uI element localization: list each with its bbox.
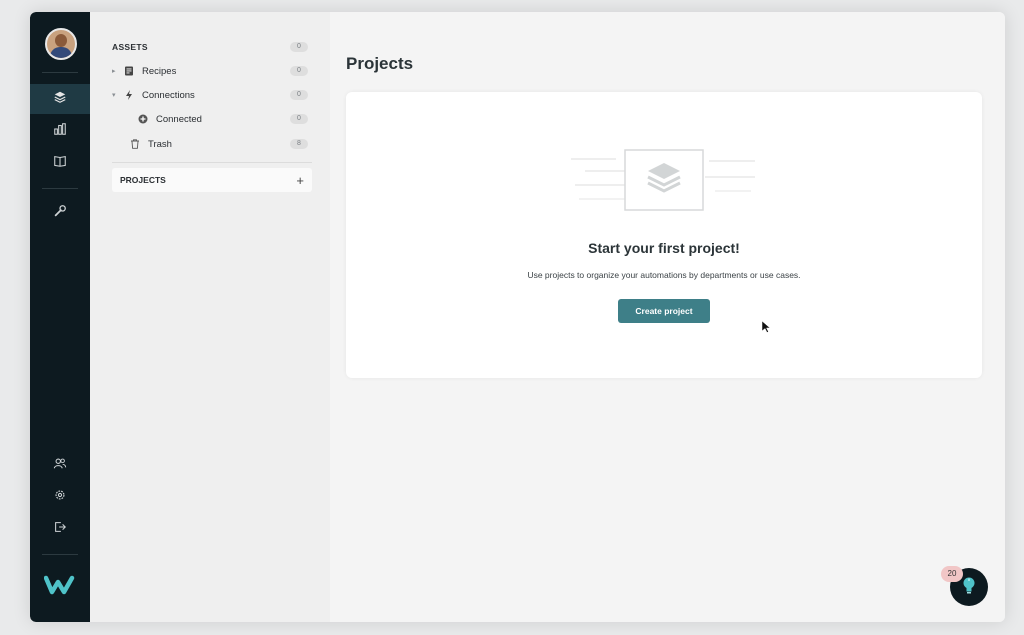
sidebar-item-connections[interactable]: ▾ Connections 0 [112, 85, 308, 105]
app-window: ASSETS 0 ▸ Recipes 0 ▾ Connections 0 Con… [30, 12, 1005, 622]
trash-icon [130, 139, 144, 149]
assets-label: ASSETS [112, 42, 148, 52]
user-avatar[interactable] [45, 28, 77, 60]
count-badge: 8 [290, 139, 308, 149]
bolt-icon [124, 90, 138, 100]
rail-divider [42, 72, 78, 73]
count-badge: 0 [290, 90, 308, 100]
main-content: Projects Start your first project! Use p… [330, 12, 1005, 622]
page-title: Projects [346, 54, 414, 73]
lightbulb-icon [960, 575, 978, 600]
nav-rail [30, 12, 90, 622]
projects-header[interactable]: PROJECTS + [112, 168, 312, 192]
projects-label: PROJECTS [120, 175, 166, 185]
workato-logo[interactable] [43, 574, 76, 596]
logout-icon [53, 520, 67, 539]
sidebar-item-label: Connections [142, 89, 195, 101]
create-project-button[interactable]: Create project [618, 299, 710, 323]
assets-header[interactable]: ASSETS 0 [112, 37, 308, 57]
assets-sidebar: ASSETS 0 ▸ Recipes 0 ▾ Connections 0 Con… [90, 12, 330, 622]
plus-circle-icon [138, 114, 152, 124]
sidebar-item-recipes[interactable]: ▸ Recipes 0 [112, 61, 308, 81]
layers-icon [53, 90, 67, 109]
nav-settings[interactable] [30, 482, 90, 512]
sidebar-item-connected[interactable]: Connected 0 [138, 109, 308, 129]
recipe-icon [124, 66, 138, 76]
notification-count-badge: 20 [941, 566, 963, 582]
assets-count-badge: 0 [290, 42, 308, 52]
sidebar-item-trash[interactable]: Trash 8 [130, 134, 308, 154]
sidebar-item-label: Recipes [142, 65, 177, 77]
gear-icon [53, 488, 67, 507]
projects-illustration [571, 140, 761, 215]
users-icon [53, 456, 67, 475]
add-project-button[interactable]: + [296, 173, 304, 188]
empty-state-description: Use projects to organize your automation… [527, 270, 801, 280]
chevron-right-icon[interactable]: ▸ [112, 67, 124, 75]
sidebar-divider [112, 162, 312, 163]
empty-state-title: Start your first project! [588, 240, 740, 256]
book-icon [53, 154, 67, 173]
count-badge: 0 [290, 114, 308, 124]
rail-divider [42, 188, 78, 189]
nav-tools[interactable] [30, 198, 90, 228]
nav-docs[interactable] [30, 148, 90, 178]
mouse-cursor-icon [761, 320, 771, 333]
nav-logout[interactable] [30, 514, 90, 544]
nav-dashboard[interactable] [30, 116, 90, 146]
sidebar-item-label: Trash [148, 138, 172, 150]
chevron-down-icon[interactable]: ▾ [112, 91, 124, 99]
wrench-icon [53, 204, 67, 223]
nav-assets[interactable] [30, 84, 90, 114]
rail-divider [42, 554, 78, 555]
empty-state-card: Start your first project! Use projects t… [346, 92, 982, 378]
sidebar-item-label: Connected [156, 113, 202, 125]
bar-chart-icon [53, 122, 67, 141]
nav-team[interactable] [30, 450, 90, 480]
count-badge: 0 [290, 66, 308, 76]
